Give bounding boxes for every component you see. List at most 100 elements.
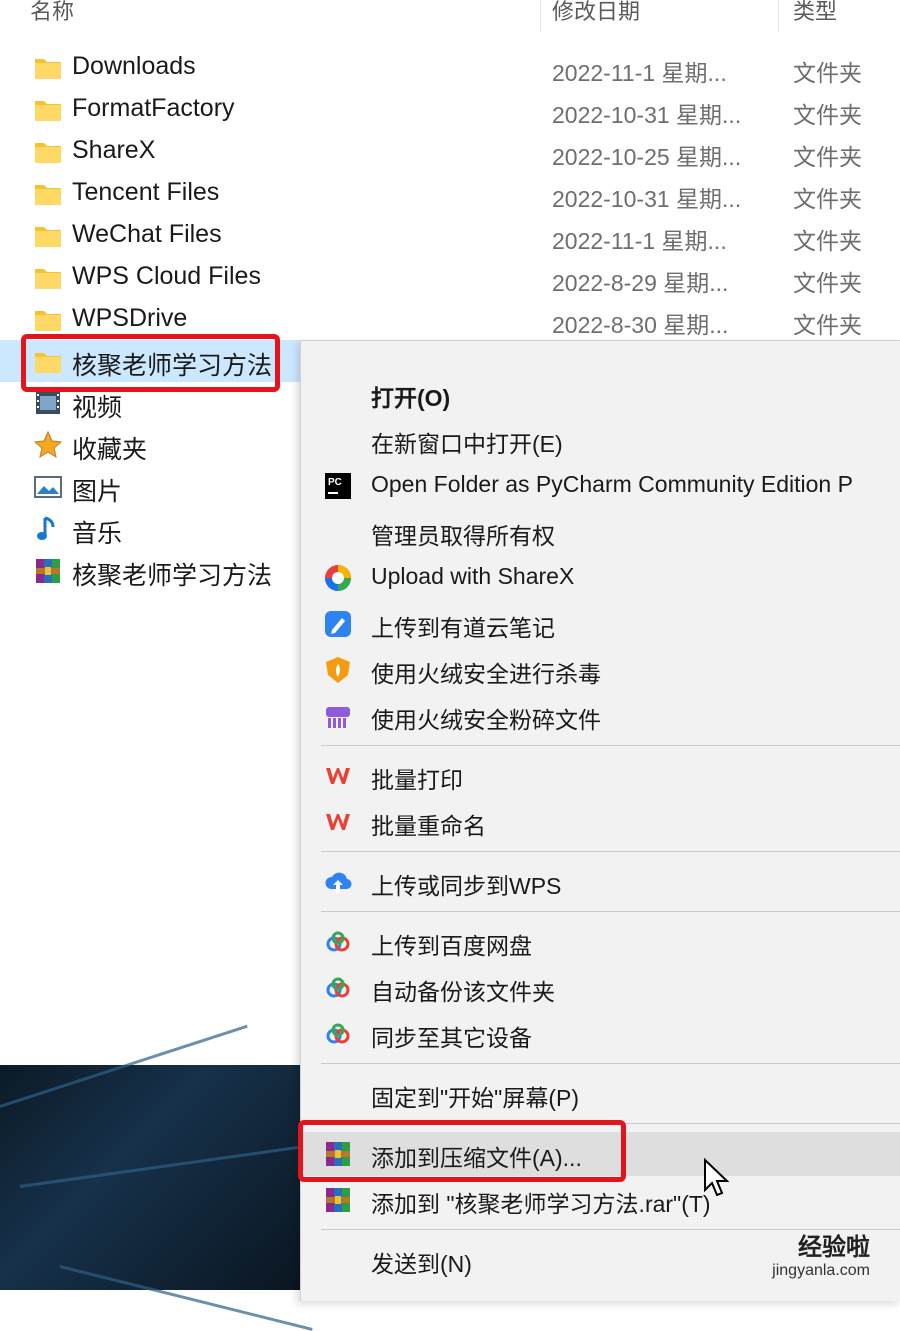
wps-cloud-upload-icon [323, 867, 353, 897]
backdrop-light-ray [19, 1143, 318, 1188]
file-type: 文件夹 [793, 60, 862, 86]
file-type: 文件夹 [793, 312, 862, 338]
menu-item-huorong-shred[interactable]: 使用火绒安全粉碎文件 [301, 694, 900, 738]
menu-item-label: Upload with ShareX [371, 563, 575, 589]
menu-item-batch-print[interactable]: 批量打印 [301, 754, 900, 798]
menu-separator [321, 745, 900, 746]
file-row[interactable]: WPS Cloud Files 2022-8-29 星期... 文件夹 [0, 256, 900, 298]
baidu-netdisk-icon [323, 973, 353, 1003]
folder-icon [33, 220, 63, 250]
folder-icon [33, 304, 63, 334]
file-name: 图片 [72, 478, 123, 506]
folder-icon [33, 346, 63, 376]
menu-separator [321, 1123, 900, 1124]
column-divider[interactable] [778, 0, 779, 32]
file-row[interactable]: Downloads 2022-11-1 星期... 文件夹 [0, 46, 900, 88]
menu-separator [321, 911, 900, 912]
file-row[interactable]: WeChat Files 2022-11-1 星期... 文件夹 [0, 214, 900, 256]
file-name: Tencent Files [72, 178, 220, 206]
menu-item-label: 使用火绒安全粉碎文件 [371, 707, 601, 733]
file-name: 收藏夹 [72, 436, 148, 464]
menu-item-sync-devices[interactable]: 同步至其它设备 [301, 1012, 900, 1056]
menu-item-label: 上传到有道云笔记 [371, 615, 555, 641]
backdrop-light-ray [59, 1265, 313, 1331]
file-date: 2022-10-25 星期... [552, 144, 742, 170]
shredder-icon [323, 701, 353, 731]
file-row[interactable]: FormatFactory 2022-10-31 星期... 文件夹 [0, 88, 900, 130]
menu-item-huorong-scan[interactable]: 使用火绒安全进行杀毒 [301, 648, 900, 692]
menu-item-label: 自动备份该文件夹 [371, 979, 555, 1005]
file-name: 核聚老师学习方法 [72, 562, 273, 590]
huorong-shield-icon [323, 655, 353, 685]
file-row[interactable]: WPSDrive 2022-8-30 星期... 文件夹 [0, 298, 900, 340]
desktop-background [0, 1024, 318, 1331]
folder-icon [33, 178, 63, 208]
file-row[interactable]: Tencent Files 2022-10-31 星期... 文件夹 [0, 172, 900, 214]
menu-item-add-to-archive[interactable]: 添加到压缩文件(A)... [301, 1132, 900, 1176]
star-icon [33, 430, 63, 460]
menu-item-open-new-window[interactable]: 在新窗口中打开(E) [301, 418, 900, 462]
menu-separator [321, 1063, 900, 1064]
file-name: WeChat Files [72, 220, 222, 248]
baidu-netdisk-icon [323, 927, 353, 957]
menu-item-baidu-backup[interactable]: 自动备份该文件夹 [301, 966, 900, 1010]
file-type: 文件夹 [793, 144, 862, 170]
file-name: Downloads [72, 52, 196, 80]
file-name: 视频 [72, 394, 123, 422]
file-date: 2022-10-31 星期... [552, 186, 742, 212]
wps-icon [323, 761, 353, 791]
file-row[interactable]: ShareX 2022-10-25 星期... 文件夹 [0, 130, 900, 172]
file-date: 2022-8-30 星期... [552, 312, 729, 338]
column-header-name[interactable]: 名称 [30, 0, 74, 28]
folder-icon [33, 136, 63, 166]
menu-item-batch-rename[interactable]: 批量重命名 [301, 800, 900, 844]
video-icon [33, 388, 63, 418]
file-name: 核聚老师学习方法 [72, 352, 273, 380]
menu-item-open[interactable]: 打开(O) [301, 372, 900, 416]
menu-item-upload-youdao[interactable]: 上传到有道云笔记 [301, 602, 900, 646]
menu-item-label: 上传或同步到WPS [371, 873, 562, 899]
file-name: FormatFactory [72, 94, 235, 122]
file-name: 音乐 [72, 520, 123, 548]
menu-item-upload-sharex[interactable]: Upload with ShareX [301, 556, 900, 600]
column-header-type[interactable]: 类型 [793, 0, 837, 28]
menu-item-label: 固定到"开始"屏幕(P) [371, 1085, 579, 1111]
watermark: 经验啦 jingyanla.com [772, 1227, 870, 1280]
column-divider[interactable] [540, 0, 541, 32]
watermark-title: 经验啦 [798, 1234, 870, 1261]
menu-item-label: 上传到百度网盘 [371, 933, 532, 959]
menu-separator [321, 851, 900, 852]
menu-item-label: 打开(O) [371, 385, 451, 411]
rar-archive-icon [33, 556, 63, 586]
column-header-date[interactable]: 修改日期 [552, 0, 640, 28]
picture-icon [33, 472, 63, 502]
menu-item-label: 发送到(N) [371, 1251, 472, 1277]
menu-item-pin-start[interactable]: 固定到"开始"屏幕(P) [301, 1072, 900, 1116]
music-icon [33, 514, 63, 544]
menu-item-label: 同步至其它设备 [371, 1025, 532, 1051]
wps-icon [323, 807, 353, 837]
watermark-url: jingyanla.com [772, 1262, 870, 1279]
file-date: 2022-10-31 星期... [552, 102, 742, 128]
folder-icon [33, 262, 63, 292]
winrar-icon [323, 1139, 353, 1169]
folder-icon [33, 52, 63, 82]
menu-item-label: 批量重命名 [371, 813, 486, 839]
menu-item-wps-sync[interactable]: 上传或同步到WPS [301, 860, 900, 904]
menu-item-add-to-rar[interactable]: 添加到 "核聚老师学习方法.rar"(T) [301, 1178, 900, 1222]
file-type: 文件夹 [793, 186, 862, 212]
file-name: WPS Cloud Files [72, 262, 261, 290]
winrar-icon [323, 1185, 353, 1215]
file-type: 文件夹 [793, 102, 862, 128]
menu-item-label: 添加到压缩文件(A)... [371, 1145, 582, 1171]
file-date: 2022-11-1 星期... [552, 60, 727, 86]
context-menu: 打开(O) 在新窗口中打开(E) PC Open Folder as PyCharm … [300, 340, 900, 1301]
menu-item-take-ownership[interactable]: 管理员取得所有权 [301, 510, 900, 554]
file-name: ShareX [72, 136, 156, 164]
file-date: 2022-11-1 星期... [552, 228, 727, 254]
menu-item-open-pycharm[interactable]: PC Open Folder as PyCharm Community Editi… [301, 464, 900, 508]
file-type: 文件夹 [793, 270, 862, 296]
menu-item-label: Open Folder as PyCharm Community Edition… [371, 471, 853, 497]
menu-item-label: 批量打印 [371, 767, 463, 793]
menu-item-baidu-upload[interactable]: 上传到百度网盘 [301, 920, 900, 964]
